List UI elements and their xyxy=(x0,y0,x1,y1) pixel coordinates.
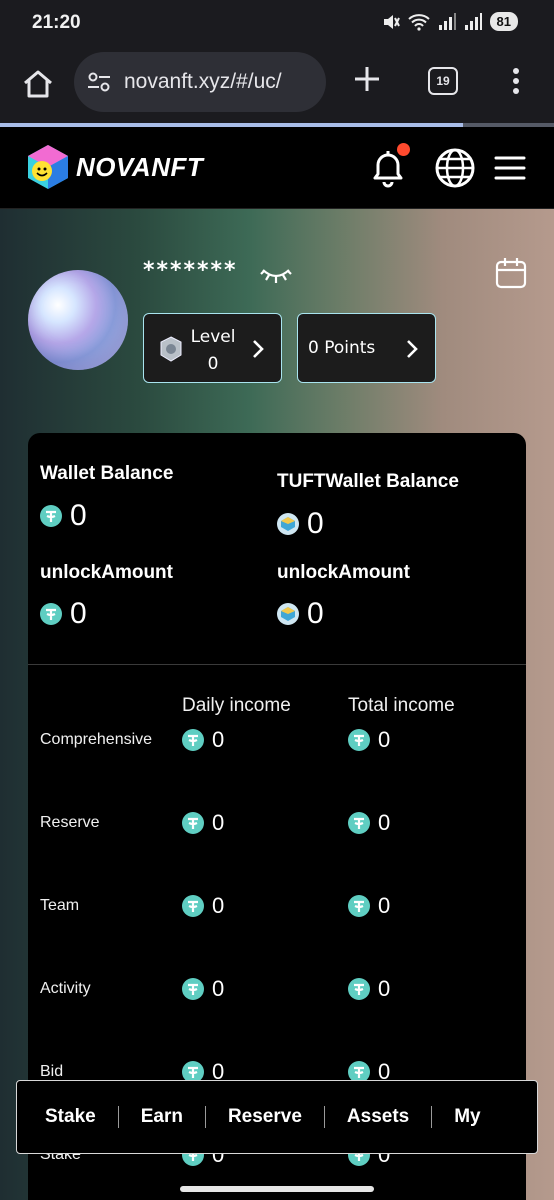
income-total-value: 0 xyxy=(348,893,390,919)
home-button[interactable] xyxy=(18,64,58,104)
tuft-unlock-amount: 0 xyxy=(307,597,324,630)
level-label: Level xyxy=(190,327,236,347)
site-logo[interactable]: NOVANFT xyxy=(24,143,203,191)
nav-assets[interactable]: Assets xyxy=(347,1106,409,1128)
income-total-value: 0 xyxy=(348,727,390,753)
wallet-balance-label: Wallet Balance xyxy=(40,463,174,484)
logo-mark-icon xyxy=(28,145,68,189)
nav-separator xyxy=(204,1106,206,1128)
unlock-amount-value: 0 xyxy=(40,597,87,631)
level-text: Level 0 xyxy=(190,324,236,378)
nav-earn[interactable]: Earn xyxy=(141,1106,183,1128)
income-row-label: Reserve xyxy=(40,814,100,831)
status-time: 21:20 xyxy=(32,12,81,33)
points-label: 0 Points xyxy=(308,338,376,358)
usdt-icon xyxy=(182,812,204,834)
gesture-bar xyxy=(180,1186,374,1192)
chevron-right-icon xyxy=(253,340,264,358)
income-row-label: Bid xyxy=(40,1063,64,1080)
unlock-amount-label: unlockAmount xyxy=(40,562,173,583)
income-row-label: Activity xyxy=(40,980,91,997)
level-chip[interactable]: Level 0 xyxy=(143,313,282,383)
logo-text: NOVANFT xyxy=(76,151,204,182)
tuft-balance-label: TUFTWallet Balance xyxy=(277,471,459,492)
income-total-amount: 0 xyxy=(378,810,391,835)
new-tab-button[interactable] xyxy=(350,62,384,96)
usdt-icon xyxy=(348,729,370,751)
income-daily-amount: 0 xyxy=(212,893,225,918)
total-income-header: Total income xyxy=(348,695,455,716)
usdt-icon xyxy=(182,895,204,917)
level-value: 0 xyxy=(207,354,219,374)
tuft-balance-amount: 0 xyxy=(307,507,324,540)
username-masked: ******* xyxy=(143,258,238,283)
notification-dot xyxy=(397,143,410,156)
url-text: novanft.xyz/#/uc/ xyxy=(124,70,282,93)
avatar[interactable] xyxy=(28,270,128,370)
income-total-value: 0 xyxy=(348,810,390,836)
points-chip[interactable]: 0 Points xyxy=(297,313,436,383)
income-total-amount: 0 xyxy=(378,976,391,1001)
income-daily-amount: 0 xyxy=(212,727,225,752)
income-total-amount: 0 xyxy=(378,727,391,752)
status-bar: 21:20 81 xyxy=(0,0,554,48)
language-globe-icon[interactable] xyxy=(434,147,476,189)
divider xyxy=(28,664,526,665)
daily-income-header: Daily income xyxy=(182,695,291,716)
income-daily-value: 0 xyxy=(182,976,224,1002)
usdt-icon xyxy=(182,978,204,1000)
income-total-amount: 0 xyxy=(378,893,391,918)
nav-my[interactable]: My xyxy=(454,1106,480,1128)
home-icon xyxy=(24,70,52,98)
usdt-icon xyxy=(348,895,370,917)
usdt-icon xyxy=(182,729,204,751)
level-badge-icon xyxy=(160,336,182,362)
nav-separator xyxy=(117,1106,119,1128)
wallet-balance-value: 0 xyxy=(40,499,87,533)
site-header: NOVANFT xyxy=(0,127,554,209)
browser-toolbar: novanft.xyz/#/uc/ 19 xyxy=(0,48,554,124)
chevron-right-icon xyxy=(407,340,418,358)
income-row-label: Team xyxy=(40,897,80,914)
wallet-balance-amount: 0 xyxy=(70,499,87,532)
income-total-value: 0 xyxy=(348,976,390,1002)
tuft-unlock-amount-label: unlockAmount xyxy=(277,562,410,583)
nav-reserve[interactable]: Reserve xyxy=(228,1106,302,1128)
site-settings-icon[interactable] xyxy=(86,71,112,93)
address-bar[interactable]: novanft.xyz/#/uc/ xyxy=(74,52,326,112)
usdt-icon xyxy=(40,603,62,625)
usdt-icon xyxy=(40,505,62,527)
nav-separator xyxy=(323,1106,325,1128)
more-options-icon[interactable] xyxy=(506,66,526,96)
wifi-icon xyxy=(407,13,430,31)
hamburger-menu-icon[interactable] xyxy=(494,155,526,181)
tuft-token-icon xyxy=(277,513,299,535)
unlock-amount: 0 xyxy=(70,597,87,630)
usdt-icon xyxy=(348,978,370,1000)
signal-icon-2 xyxy=(464,12,482,30)
tab-switcher-button[interactable]: 19 xyxy=(428,67,458,95)
nav-separator xyxy=(431,1106,433,1128)
signal-icon xyxy=(438,12,456,30)
income-daily-amount: 0 xyxy=(212,810,225,835)
status-icons: 81 xyxy=(382,12,518,31)
tuft-token-icon xyxy=(277,603,299,625)
mute-icon xyxy=(383,14,400,29)
income-daily-amount: 0 xyxy=(212,976,225,1001)
bottom-nav: Stake Earn Reserve Assets My xyxy=(16,1080,538,1154)
battery-indicator: 81 xyxy=(489,12,518,31)
income-daily-value: 0 xyxy=(182,810,224,836)
tuft-unlock-amount-value: 0 xyxy=(277,597,324,631)
income-daily-value: 0 xyxy=(182,893,224,919)
calendar-icon[interactable] xyxy=(494,256,528,290)
nav-stake[interactable]: Stake xyxy=(45,1106,96,1128)
income-row-label: Comprehensive xyxy=(40,731,153,748)
income-daily-value: 0 xyxy=(182,727,224,753)
tuft-balance-value: 0 xyxy=(277,507,324,541)
usdt-icon xyxy=(348,812,370,834)
notifications-button[interactable] xyxy=(366,143,410,189)
hide-eye-icon[interactable] xyxy=(260,266,292,286)
